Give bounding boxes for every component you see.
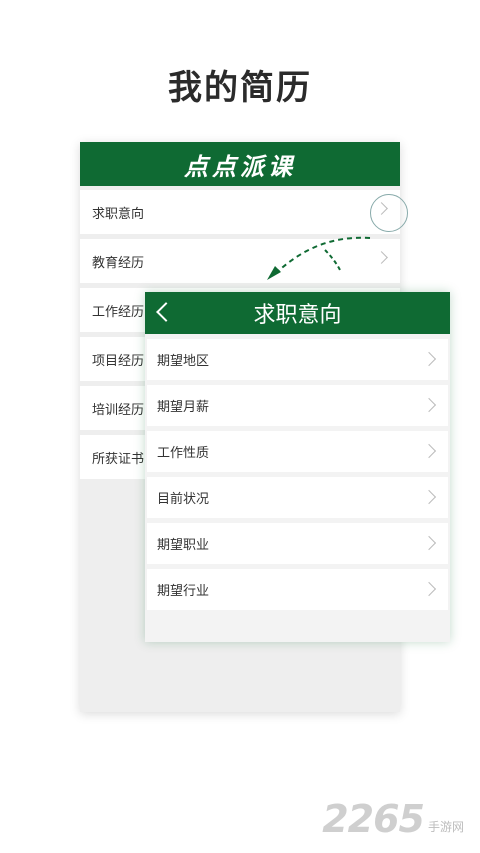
list-item-label: 期望地区 xyxy=(157,354,210,369)
job-intention-title: 求职意向 xyxy=(253,303,342,328)
list-item-label: 目前状况 xyxy=(157,492,210,507)
list-item-expected-region[interactable]: 期望地区 xyxy=(147,339,448,380)
chevron-right-icon xyxy=(421,535,437,551)
site-watermark: 2265 手游网 xyxy=(322,797,464,841)
chevron-right-icon xyxy=(421,443,437,459)
list-item-label: 期望行业 xyxy=(157,584,210,599)
list-item-expected-industry[interactable]: 期望行业 xyxy=(147,569,448,610)
chevron-right-icon xyxy=(375,251,388,264)
brand-bar: 点点派课 xyxy=(80,142,400,186)
list-item-label: 期望职业 xyxy=(157,538,210,553)
resume-item-label: 教育经历 xyxy=(92,255,145,271)
resume-item-label: 培训经历 xyxy=(92,402,145,418)
list-item-expected-occupation[interactable]: 期望职业 xyxy=(147,523,448,564)
resume-item-label: 工作经历 xyxy=(92,304,145,320)
back-arrow-icon[interactable] xyxy=(156,302,176,322)
resume-item-label: 所获证书 xyxy=(92,451,145,467)
list-item-expected-salary[interactable]: 期望月薪 xyxy=(147,385,448,426)
chevron-right-icon xyxy=(421,351,437,367)
resume-item-label: 求职意向 xyxy=(92,206,145,222)
dashed-curved-arrow-icon xyxy=(267,236,371,280)
job-intention-header: 求职意向 xyxy=(145,292,450,334)
list-item-current-status[interactable]: 目前状况 xyxy=(147,477,448,518)
job-intention-screen: 求职意向 期望地区 期望月薪 工作性质 目前状况 期望职业 期望行业 xyxy=(145,292,450,642)
job-intention-list: 期望地区 期望月薪 工作性质 目前状况 期望职业 期望行业 xyxy=(145,334,450,610)
watermark-number: 2265 xyxy=(322,797,425,841)
resume-item-job-intention[interactable]: 求职意向 xyxy=(80,190,408,234)
watermark-text: 手游网 xyxy=(427,820,464,834)
tap-highlight-circle xyxy=(370,194,408,232)
page-headline: 我的简历 xyxy=(168,68,312,108)
list-item-label: 期望月薪 xyxy=(157,400,210,415)
list-item-label: 工作性质 xyxy=(157,446,210,461)
chevron-right-icon xyxy=(421,581,437,597)
chevron-right-icon xyxy=(421,489,437,505)
chevron-right-icon xyxy=(421,397,437,413)
resume-item-label: 项目经历 xyxy=(92,353,145,369)
list-item-job-type[interactable]: 工作性质 xyxy=(147,431,448,472)
